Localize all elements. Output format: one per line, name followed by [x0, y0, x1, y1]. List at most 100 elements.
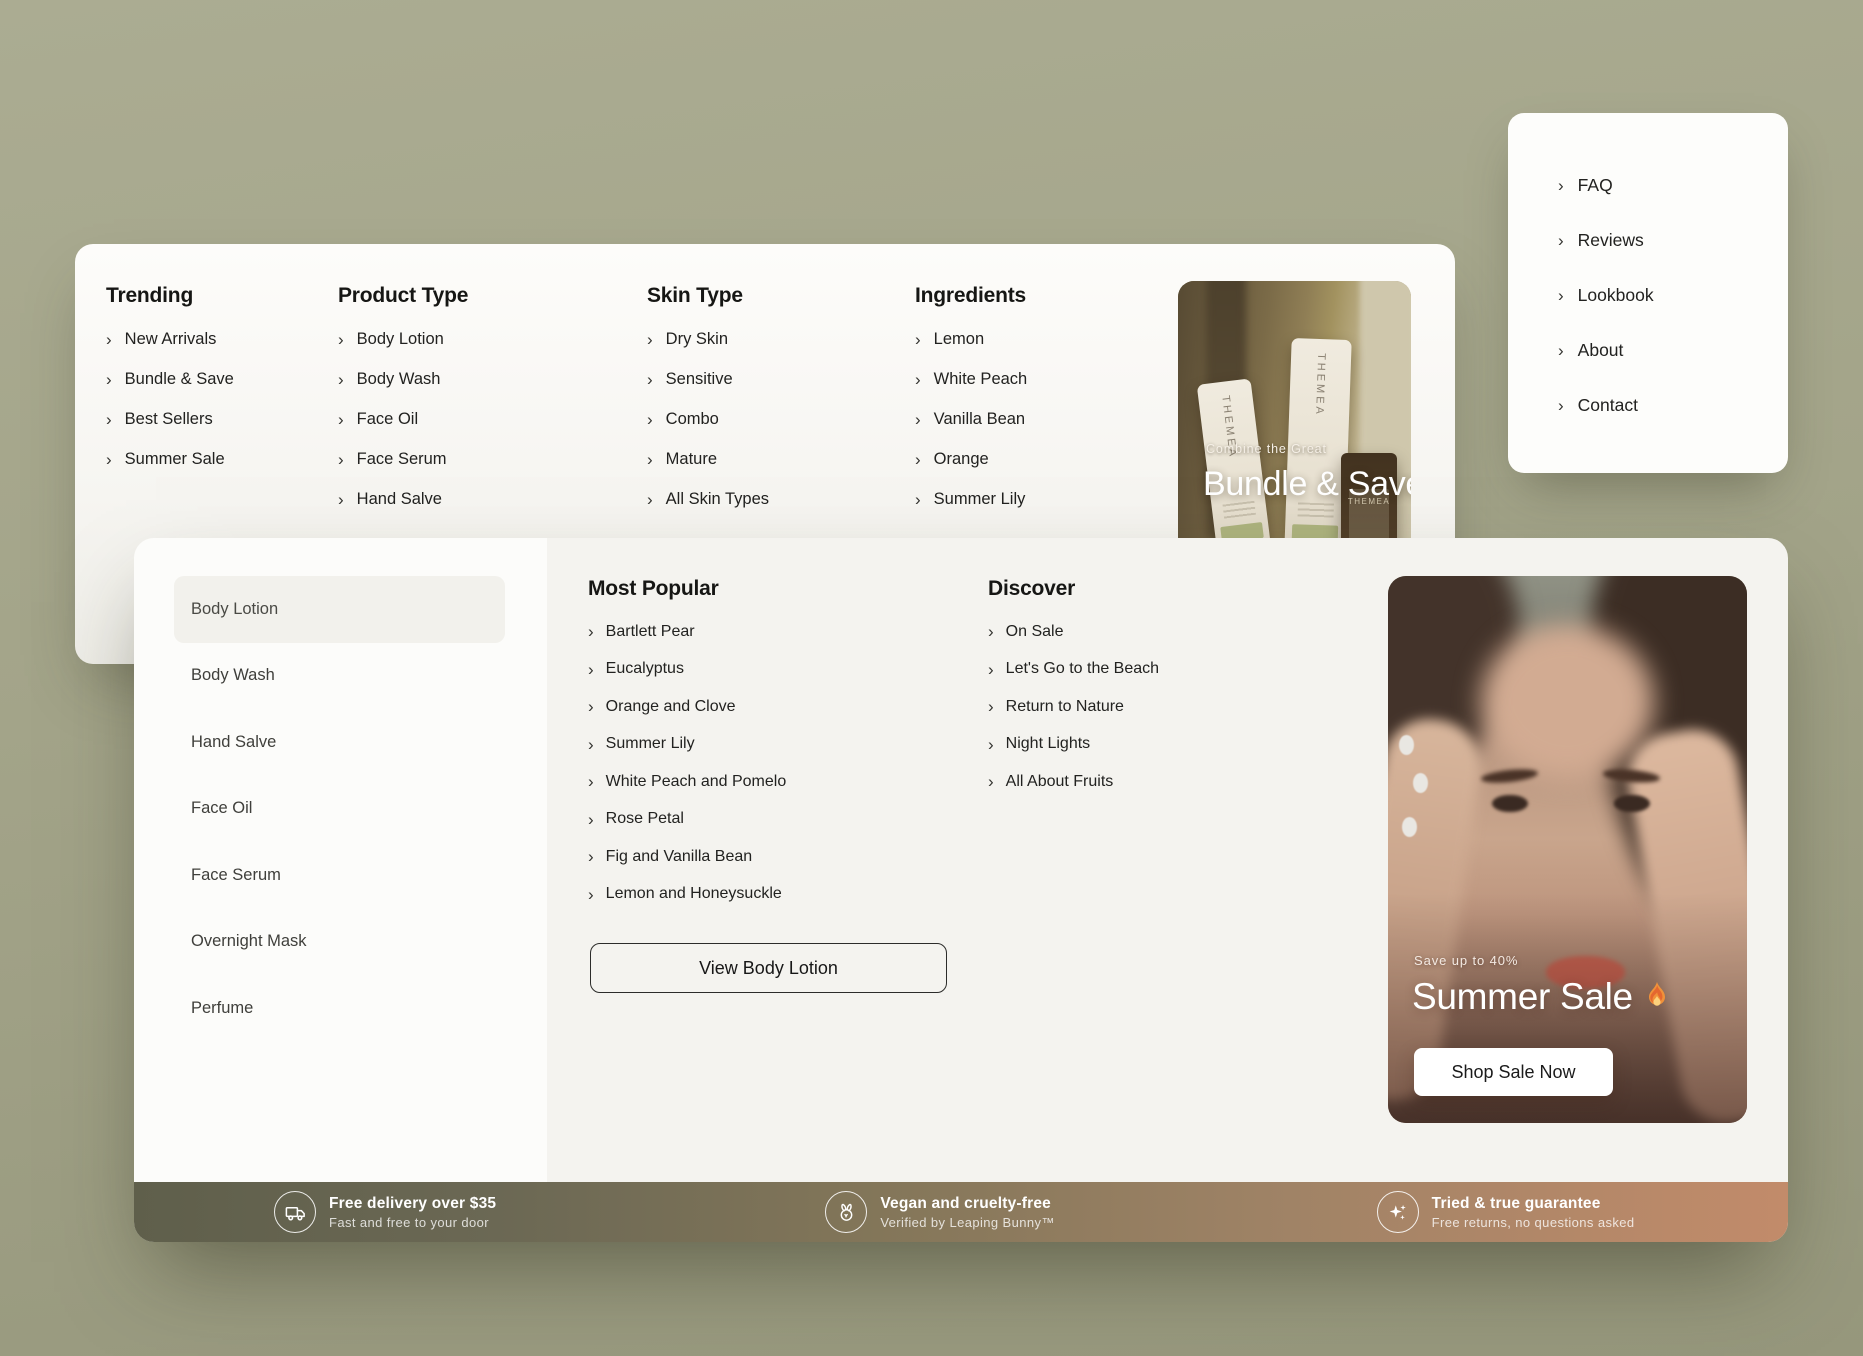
collection-link[interactable]: All About Fruits	[988, 763, 1348, 801]
scent-link[interactable]: Bartlett Pear	[588, 613, 968, 651]
collection-link-label: Return to Nature	[1006, 698, 1124, 716]
sidebar-category-label: Overnight Mask	[191, 932, 307, 951]
brand-label: THEMEA	[1313, 353, 1327, 417]
benefit-title: Vegan and cruelty-free	[880, 1194, 1054, 1213]
menu-link[interactable]: Summer Sale	[106, 439, 346, 479]
sale-title: Summer Sale	[1412, 974, 1672, 1020]
benefit-vegan: Vegan and cruelty-free Verified by Leapi…	[685, 1182, 1236, 1242]
chevron-right-icon	[106, 331, 112, 348]
scent-link[interactable]: Fig and Vanilla Bean	[588, 838, 968, 876]
column-list: On Sale Let's Go to the Beach Return to …	[988, 613, 1348, 801]
sidebar-category-item[interactable]: Face Oil	[174, 776, 505, 843]
scent-link-label: Fig and Vanilla Bean	[606, 848, 752, 866]
collection-link[interactable]: On Sale	[988, 613, 1348, 651]
collection-link[interactable]: Night Lights	[988, 726, 1348, 764]
collection-link[interactable]: Return to Nature	[988, 688, 1348, 726]
menu-link[interactable]: Body Lotion	[338, 319, 578, 359]
mega-column-product-type: Product Type Body Lotion Body Wash	[338, 283, 578, 519]
benefit-text: Vegan and cruelty-free Verified by Leapi…	[880, 1194, 1054, 1231]
menu-link-label: Mature	[666, 450, 717, 469]
column-title: Discover	[988, 576, 1348, 602]
chevron-right-icon	[588, 698, 594, 715]
view-body-lotion-button[interactable]: View Body Lotion	[590, 943, 947, 993]
sale-title-text: Summer Sale	[1412, 976, 1633, 1018]
chevron-right-icon	[588, 736, 594, 753]
sale-photo-nail	[1413, 773, 1428, 793]
column-list: Lemon White Peach Vanilla Bean O	[915, 319, 1155, 519]
chevron-right-icon	[988, 623, 994, 640]
menu-link[interactable]: Body Wash	[338, 359, 578, 399]
menu-link[interactable]: All Skin Types	[647, 479, 887, 519]
scent-link[interactable]: Rose Petal	[588, 801, 968, 839]
menu-link[interactable]: Vanilla Bean	[915, 399, 1155, 439]
quick-menu-link[interactable]: Lookbook	[1558, 268, 1788, 323]
column-list: Body Lotion Body Wash Face Oil F	[338, 319, 578, 519]
sidebar-category-item[interactable]: Hand Salve	[174, 709, 505, 776]
menu-link[interactable]: Summer Lily	[915, 479, 1155, 519]
chevron-right-icon	[915, 451, 921, 468]
menu-link[interactable]: White Peach	[915, 359, 1155, 399]
scent-link[interactable]: Lemon and Honeysuckle	[588, 876, 968, 914]
category-menu-panel: Body Lotion Body Wash Hand Salve Face Oi…	[134, 538, 1788, 1242]
chevron-right-icon	[338, 411, 344, 428]
menu-link[interactable]: Bundle & Save	[106, 359, 346, 399]
menu-link[interactable]: Best Sellers	[106, 399, 346, 439]
page-background: Trending New Arrivals Bundle & Save	[0, 0, 1863, 1356]
scent-link[interactable]: Summer Lily	[588, 726, 968, 764]
benefit-title: Tried & true guarantee	[1432, 1194, 1635, 1213]
sidebar-category-item[interactable]: Perfume	[174, 975, 505, 1042]
column-list: New Arrivals Bundle & Save Best Sellers	[106, 319, 346, 479]
quick-menu-link[interactable]: Contact	[1558, 378, 1788, 433]
menu-link-label: Hand Salve	[357, 490, 442, 509]
promo-title: Bundle & Save	[1203, 465, 1411, 504]
column-title: Trending	[106, 283, 346, 309]
scent-link[interactable]: Eucalyptus	[588, 651, 968, 689]
shop-sale-now-button[interactable]: Shop Sale Now	[1414, 1048, 1613, 1096]
summer-sale-promo-card[interactable]: Save up to 40% Summer Sale Shop Sale Now	[1388, 576, 1747, 1123]
most-popular-column: Most Popular Bartlett Pear Eucalyptus	[588, 576, 968, 913]
promo-eyebrow: Combine the Great	[1206, 442, 1327, 456]
sidebar-category-item[interactable]: Body Lotion	[174, 576, 505, 643]
chevron-right-icon	[106, 411, 112, 428]
menu-link-label: Summer Lily	[934, 490, 1026, 509]
menu-link[interactable]: Sensitive	[647, 359, 887, 399]
chevron-right-icon	[915, 371, 921, 388]
quick-menu-label: FAQ	[1578, 175, 1613, 196]
quick-menu-link[interactable]: About	[1558, 323, 1788, 378]
menu-link[interactable]: Face Serum	[338, 439, 578, 479]
menu-link[interactable]: New Arrivals	[106, 319, 346, 359]
benefit-subtitle: Verified by Leaping Bunny™	[880, 1215, 1054, 1231]
menu-link[interactable]: Combo	[647, 399, 887, 439]
menu-link-label: New Arrivals	[125, 330, 217, 349]
menu-link[interactable]: Lemon	[915, 319, 1155, 359]
menu-link[interactable]: Orange	[915, 439, 1155, 479]
menu-link[interactable]: Dry Skin	[647, 319, 887, 359]
chevron-right-icon	[1558, 397, 1564, 414]
truck-icon	[274, 1191, 316, 1233]
menu-link[interactable]: Mature	[647, 439, 887, 479]
chevron-right-icon	[988, 773, 994, 790]
quick-menu-link[interactable]: FAQ	[1558, 158, 1788, 213]
collection-link[interactable]: Let's Go to the Beach	[988, 651, 1348, 689]
sidebar-category-item[interactable]: Face Serum	[174, 842, 505, 909]
collection-link-label: All About Fruits	[1006, 773, 1114, 791]
chevron-right-icon	[1558, 232, 1564, 249]
column-title: Skin Type	[647, 283, 887, 309]
sidebar-category-item[interactable]: Overnight Mask	[174, 909, 505, 976]
sidebar-category-item[interactable]: Body Wash	[174, 643, 505, 710]
menu-link[interactable]: Face Oil	[338, 399, 578, 439]
menu-link[interactable]: Hand Salve	[338, 479, 578, 519]
chevron-right-icon	[338, 451, 344, 468]
tube-text-lines	[1298, 502, 1334, 517]
chevron-right-icon	[588, 886, 594, 903]
quick-menu-list: FAQ Reviews Lookbook About	[1558, 158, 1788, 433]
sidebar-category-label: Hand Salve	[191, 733, 276, 752]
benefit-guarantee: Tried & true guarantee Free returns, no …	[1237, 1182, 1788, 1242]
chevron-right-icon	[988, 661, 994, 678]
scent-link[interactable]: White Peach and Pomelo	[588, 763, 968, 801]
scent-link[interactable]: Orange and Clove	[588, 688, 968, 726]
quick-menu-link[interactable]: Reviews	[1558, 213, 1788, 268]
mega-column-trending: Trending New Arrivals Bundle & Save	[106, 283, 346, 479]
chevron-right-icon	[915, 491, 921, 508]
chevron-right-icon	[988, 736, 994, 753]
